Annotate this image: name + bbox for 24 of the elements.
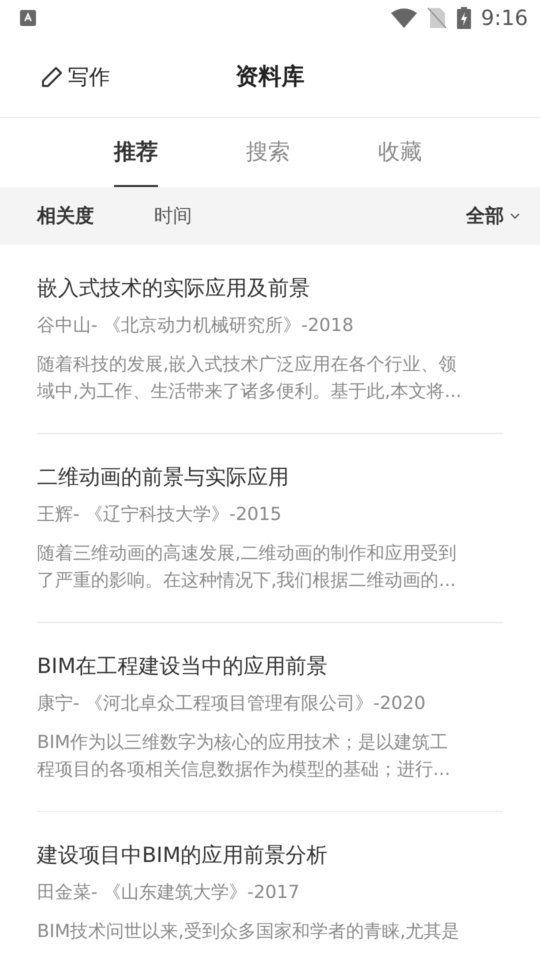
- clock-time: 9:16: [480, 6, 528, 30]
- article-abstract: BIM技术问世以来,受到众多国家和学者的青睐,尤其是: [37, 920, 461, 944]
- article-source: 田金菜- 《山东建筑大学》-2017: [37, 881, 301, 905]
- chevron-down-icon: [510, 213, 520, 219]
- sort-option[interactable]: 时间: [154, 203, 192, 229]
- article-title[interactable]: 二维动画的前景与实际应用: [37, 462, 503, 492]
- article-title[interactable]: 建设项目中BIM的应用前景分析: [37, 840, 503, 870]
- sort-option[interactable]: 相关度: [37, 203, 94, 229]
- page-title: 资料库: [236, 64, 304, 90]
- filter-dropdown[interactable]: 全部: [466, 203, 520, 229]
- article-title[interactable]: BIM在工程建设当中的应用前景: [37, 651, 503, 681]
- article-abstract: 随着三维动画的高速发展,二维动画的制作和应用受到 了严重的影响。在这种情况下,我们根据二维动画的...: [37, 542, 458, 593]
- keyboard-icon: [20, 10, 36, 26]
- battery-charging-icon: [456, 7, 471, 29]
- article-source: 王辉- 《辽宁科技大学》-2015: [37, 503, 283, 527]
- article-source: 谷中山- 《北京动力机械研究所》-2018: [37, 314, 355, 338]
- article-abstract: 随着科技的发展,嵌入式技术广泛应用在各个行业、领 域中,为工作、生活带来了诸多便利。基于此,本文将...: [37, 353, 463, 404]
- pencil-icon: [40, 64, 64, 88]
- article-source: 康宁- 《河北卓众工程项目管理有限公司》-2020: [37, 692, 427, 716]
- article-title[interactable]: 嵌入式技术的实际应用及前景: [37, 273, 503, 303]
- article-abstract: BIM作为以三维数字为核心的应用技术；是以建筑工 程项目的各项相关信息数据作为模型的基础；进行...: [37, 731, 452, 782]
- write-button[interactable]: 写作: [40, 62, 110, 90]
- no-sim-icon: [426, 7, 447, 29]
- wifi-icon: [390, 8, 417, 28]
